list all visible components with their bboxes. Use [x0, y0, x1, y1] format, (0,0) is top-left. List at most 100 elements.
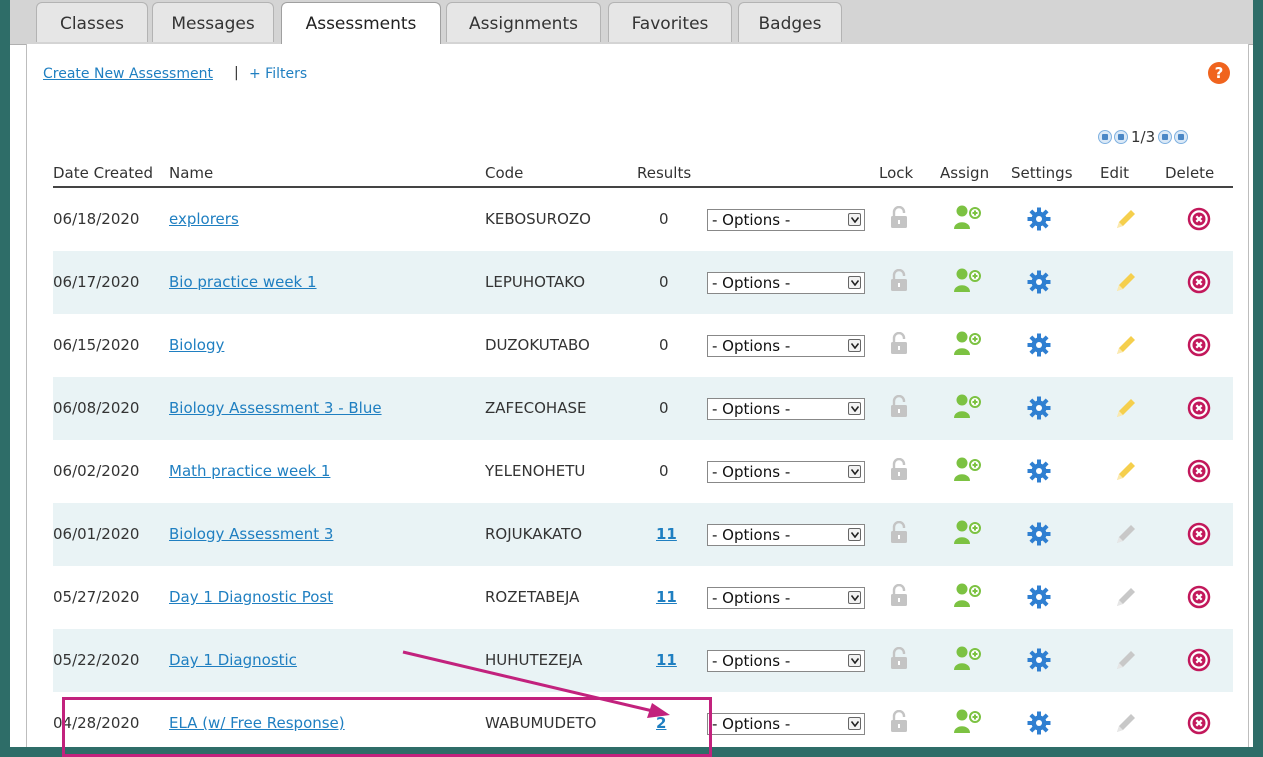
- table-row: 06/01/2020 Biology Assessment 3 ROJUKAKATO…: [53, 503, 1233, 566]
- lock-icon[interactable]: [890, 377, 910, 440]
- options-dropdown-value: - Options -: [712, 337, 791, 355]
- tab-classes[interactable]: Classes: [36, 2, 148, 42]
- date-created-cell: 04/28/2020: [53, 714, 140, 732]
- options-dropdown[interactable]: - Options -: [707, 272, 865, 294]
- options-dropdown[interactable]: - Options -: [707, 209, 865, 231]
- previous-page-icon[interactable]: [1114, 129, 1128, 144]
- help-icon[interactable]: ?: [1208, 62, 1230, 84]
- pencil-icon[interactable]: [1114, 629, 1140, 692]
- table-header: Date Created Name Code Results Lock Assi…: [27, 164, 1248, 188]
- lock-icon[interactable]: [890, 440, 910, 503]
- lock-icon[interactable]: [890, 566, 910, 629]
- assign-user-icon[interactable]: [953, 188, 985, 251]
- results-link[interactable]: 11: [656, 525, 677, 543]
- options-dropdown[interactable]: - Options -: [707, 587, 865, 609]
- header-name[interactable]: Name: [169, 164, 213, 182]
- gear-icon[interactable]: [1027, 629, 1053, 692]
- delete-icon[interactable]: [1187, 440, 1213, 503]
- delete-icon[interactable]: [1187, 629, 1213, 692]
- next-page-icon[interactable]: [1158, 129, 1173, 144]
- last-page-icon[interactable]: [1174, 129, 1189, 144]
- lock-icon[interactable]: [890, 692, 910, 755]
- gear-icon[interactable]: [1027, 440, 1053, 503]
- options-dropdown[interactable]: - Options -: [707, 461, 865, 483]
- page-indicator: 1/3: [1131, 127, 1156, 146]
- assign-user-icon[interactable]: [953, 692, 985, 755]
- assessment-name-link[interactable]: Day 1 Diagnostic: [169, 651, 297, 669]
- pencil-icon[interactable]: [1114, 566, 1140, 629]
- tab-messages[interactable]: Messages: [152, 2, 274, 42]
- lock-icon[interactable]: [890, 503, 910, 566]
- results-link[interactable]: 2: [656, 714, 666, 732]
- tab-favorites[interactable]: Favorites: [608, 2, 732, 42]
- tab-assessments[interactable]: Assessments: [281, 2, 441, 45]
- assign-user-icon[interactable]: [953, 503, 985, 566]
- assessment-name-link[interactable]: ELA (w/ Free Response): [169, 714, 345, 732]
- date-created-cell: 06/01/2020: [53, 525, 140, 543]
- assessment-name-link[interactable]: Biology Assessment 3: [169, 525, 333, 543]
- delete-icon[interactable]: [1187, 188, 1213, 251]
- header-code[interactable]: Code: [485, 164, 523, 182]
- pencil-icon[interactable]: [1114, 503, 1140, 566]
- lock-icon[interactable]: [890, 314, 910, 377]
- delete-icon[interactable]: [1187, 251, 1213, 314]
- assign-user-icon[interactable]: [953, 566, 985, 629]
- header-date-created[interactable]: Date Created: [53, 164, 153, 182]
- assessment-name-link[interactable]: Biology: [169, 336, 224, 354]
- code-cell: WABUMUDETO: [485, 714, 597, 732]
- options-dropdown[interactable]: - Options -: [707, 335, 865, 357]
- tab-badges[interactable]: Badges: [738, 2, 842, 42]
- pencil-icon[interactable]: [1114, 440, 1140, 503]
- assign-user-icon[interactable]: [953, 251, 985, 314]
- assessment-name-link[interactable]: Math practice week 1: [169, 462, 330, 480]
- options-dropdown[interactable]: - Options -: [707, 650, 865, 672]
- results-link[interactable]: 11: [656, 651, 677, 669]
- assessment-name-link[interactable]: Day 1 Diagnostic Post: [169, 588, 333, 606]
- chevron-down-icon: [848, 339, 861, 352]
- create-new-assessment-link[interactable]: Create New Assessment: [43, 66, 213, 82]
- delete-icon[interactable]: [1187, 692, 1213, 755]
- table-row: 06/15/2020 Biology DUZOKUTABO 0 - Options -: [53, 314, 1233, 377]
- options-dropdown-value: - Options -: [712, 463, 791, 481]
- options-dropdown[interactable]: - Options -: [707, 398, 865, 420]
- assign-user-icon[interactable]: [953, 377, 985, 440]
- delete-icon[interactable]: [1187, 566, 1213, 629]
- gear-icon[interactable]: [1027, 377, 1053, 440]
- chevron-down-icon: [848, 591, 861, 604]
- lock-icon[interactable]: [890, 188, 910, 251]
- filters-link[interactable]: + Filters: [249, 66, 307, 82]
- options-dropdown-value: - Options -: [712, 526, 791, 544]
- pencil-icon[interactable]: [1114, 251, 1140, 314]
- first-page-icon[interactable]: [1098, 129, 1112, 144]
- results-link[interactable]: 11: [656, 588, 677, 606]
- gear-icon[interactable]: [1027, 503, 1053, 566]
- assign-user-icon[interactable]: [953, 314, 985, 377]
- tab-assignments[interactable]: Assignments: [446, 2, 601, 42]
- lock-icon[interactable]: [890, 251, 910, 314]
- assign-user-icon[interactable]: [953, 629, 985, 692]
- delete-icon[interactable]: [1187, 503, 1213, 566]
- delete-icon[interactable]: [1187, 314, 1213, 377]
- delete-icon[interactable]: [1187, 377, 1213, 440]
- gear-icon[interactable]: [1027, 314, 1053, 377]
- gear-icon[interactable]: [1027, 188, 1053, 251]
- date-created-cell: 05/22/2020: [53, 651, 140, 669]
- pencil-icon[interactable]: [1114, 377, 1140, 440]
- assign-user-icon[interactable]: [953, 440, 985, 503]
- options-dropdown[interactable]: - Options -: [707, 524, 865, 546]
- gear-icon[interactable]: [1027, 692, 1053, 755]
- results-count: 0: [659, 336, 669, 354]
- gear-icon[interactable]: [1027, 251, 1053, 314]
- gear-icon[interactable]: [1027, 566, 1053, 629]
- code-cell: YELENOHETU: [485, 462, 586, 480]
- pencil-icon[interactable]: [1114, 314, 1140, 377]
- header-results[interactable]: Results: [637, 164, 691, 182]
- assessment-name-link[interactable]: Biology Assessment 3 - Blue: [169, 399, 382, 417]
- assessment-name-link[interactable]: Bio practice week 1: [169, 273, 317, 291]
- assessment-name-link[interactable]: explorers: [169, 210, 239, 228]
- options-dropdown[interactable]: - Options -: [707, 713, 865, 735]
- pencil-icon[interactable]: [1114, 188, 1140, 251]
- lock-icon[interactable]: [890, 629, 910, 692]
- pencil-icon[interactable]: [1114, 692, 1140, 755]
- code-cell: ROJUKAKATO: [485, 525, 583, 543]
